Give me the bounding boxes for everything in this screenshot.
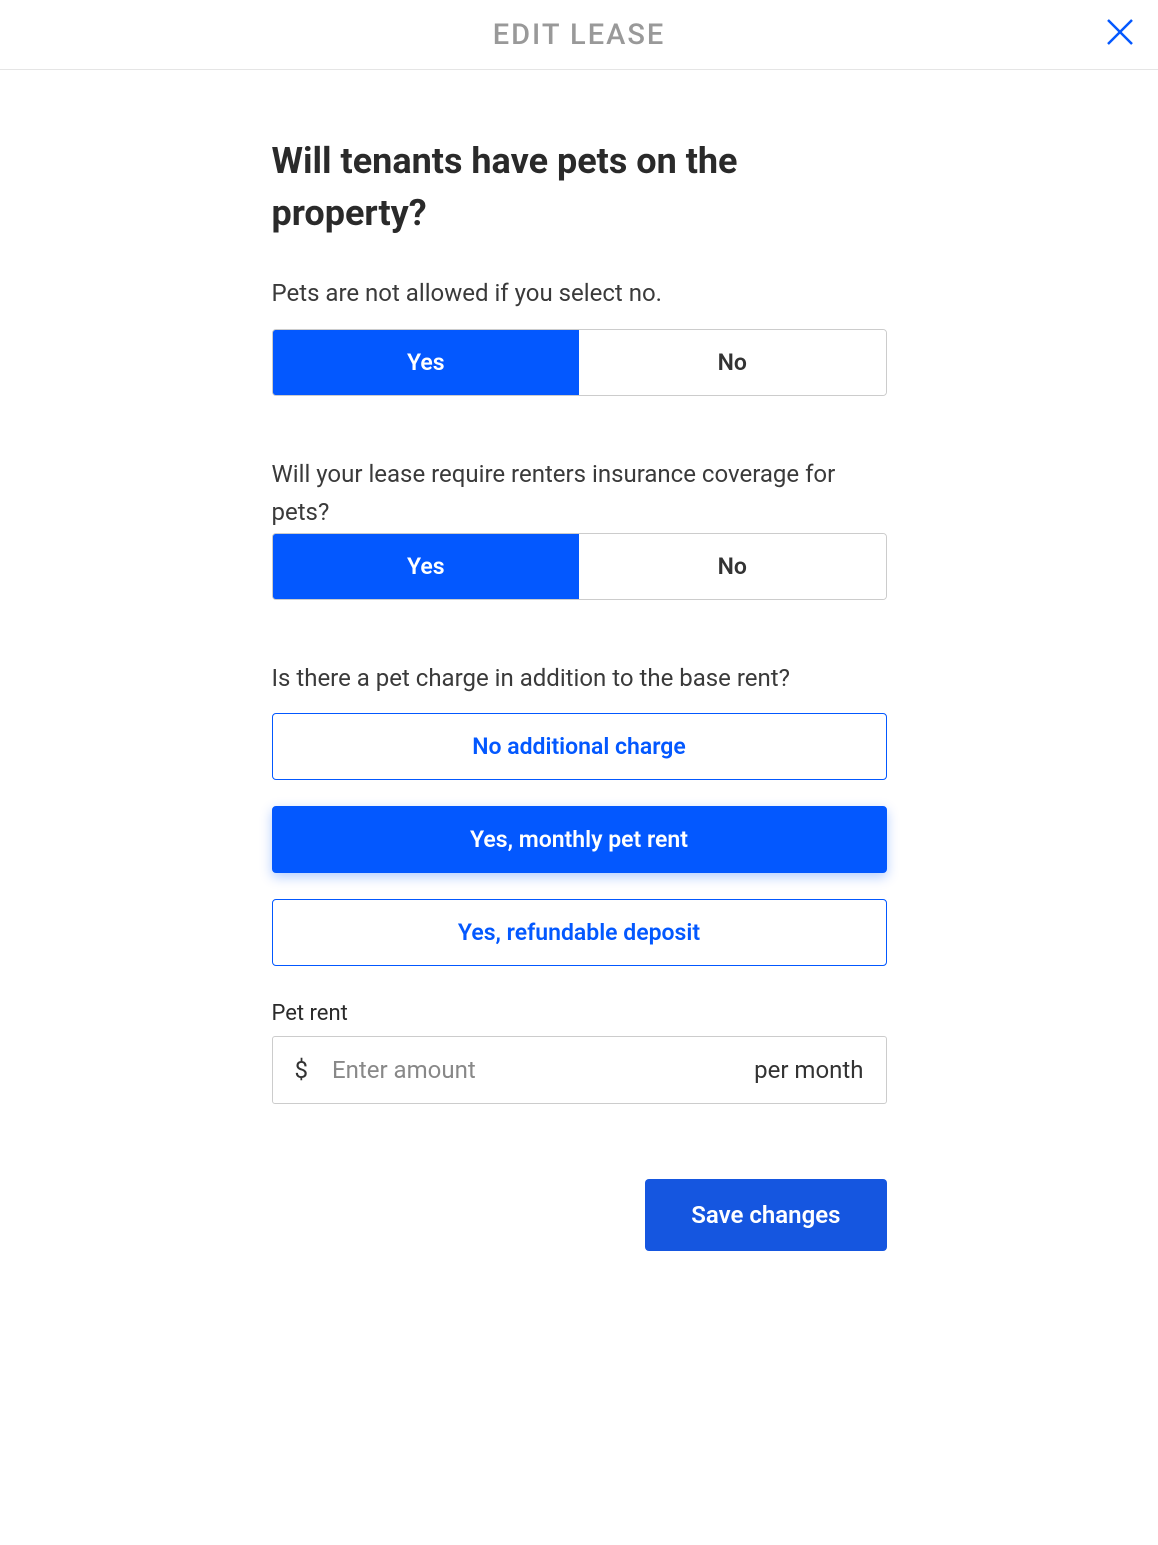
modal-title: EDIT LEASE [493, 18, 666, 52]
insurance-no-button[interactable]: No [579, 534, 886, 599]
charge-monthly-button[interactable]: Yes, monthly pet rent [272, 806, 887, 873]
charge-none-button[interactable]: No additional charge [272, 713, 887, 780]
close-icon[interactable] [1104, 16, 1136, 48]
save-changes-button[interactable]: Save changes [645, 1179, 886, 1251]
pet-rent-input-wrapper: $ per month [272, 1036, 887, 1104]
modal-header: EDIT LEASE [0, 0, 1158, 70]
insurance-toggle-group: Yes No [272, 533, 887, 600]
modal-content: Will tenants have pets on the property? … [272, 70, 887, 1104]
charge-question: Is there a pet charge in addition to the… [272, 660, 887, 697]
insurance-yes-button[interactable]: Yes [273, 534, 580, 599]
pet-rent-field: Pet rent $ per month [272, 1001, 887, 1104]
modal-footer: Save changes [272, 1179, 887, 1251]
pet-rent-input[interactable] [332, 1056, 754, 1084]
charge-options: No additional charge Yes, monthly pet re… [272, 713, 887, 966]
pets-toggle-group: Yes No [272, 329, 887, 396]
pets-yes-button[interactable]: Yes [273, 330, 580, 395]
pets-question-heading: Will tenants have pets on the property? [272, 135, 887, 239]
insurance-question: Will your lease require renters insuranc… [272, 456, 887, 530]
charge-deposit-button[interactable]: Yes, refundable deposit [272, 899, 887, 966]
pets-question-subtitle: Pets are not allowed if you select no. [272, 279, 887, 307]
pet-rent-label: Pet rent [272, 1001, 887, 1026]
currency-symbol: $ [295, 1056, 309, 1084]
pets-no-button[interactable]: No [579, 330, 886, 395]
pet-rent-unit: per month [754, 1056, 863, 1084]
